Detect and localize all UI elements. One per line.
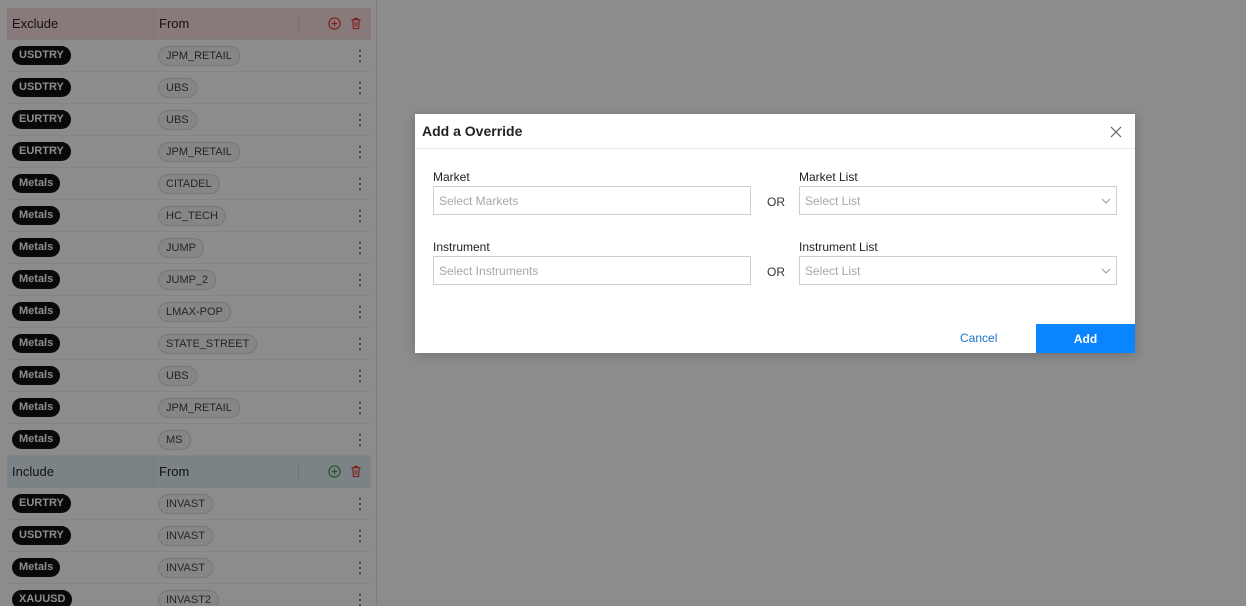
or-separator: OR [767,195,785,209]
instrument-list-label: Instrument List [799,240,878,254]
market-list-placeholder: Select List [805,194,861,208]
market-list-label: Market List [799,170,858,184]
dialog-header: Add a Override [415,114,1135,149]
cancel-button[interactable]: Cancel [960,331,997,345]
chevron-down-icon [1101,268,1111,274]
add-override-dialog: Add a Override Market OR Market List Sel… [415,114,1135,353]
chevron-down-icon [1101,198,1111,204]
close-button[interactable] [1110,125,1122,138]
market-input[interactable] [433,186,751,215]
close-icon [1110,126,1122,138]
or-separator: OR [767,265,785,279]
instrument-label: Instrument [433,240,490,254]
market-label: Market [433,170,470,184]
instrument-list-placeholder: Select List [805,264,861,278]
market-list-select[interactable]: Select List [799,186,1117,215]
instrument-input[interactable] [433,256,751,285]
add-button[interactable]: Add [1036,324,1135,353]
dialog-title: Add a Override [422,123,523,139]
instrument-list-select[interactable]: Select List [799,256,1117,285]
